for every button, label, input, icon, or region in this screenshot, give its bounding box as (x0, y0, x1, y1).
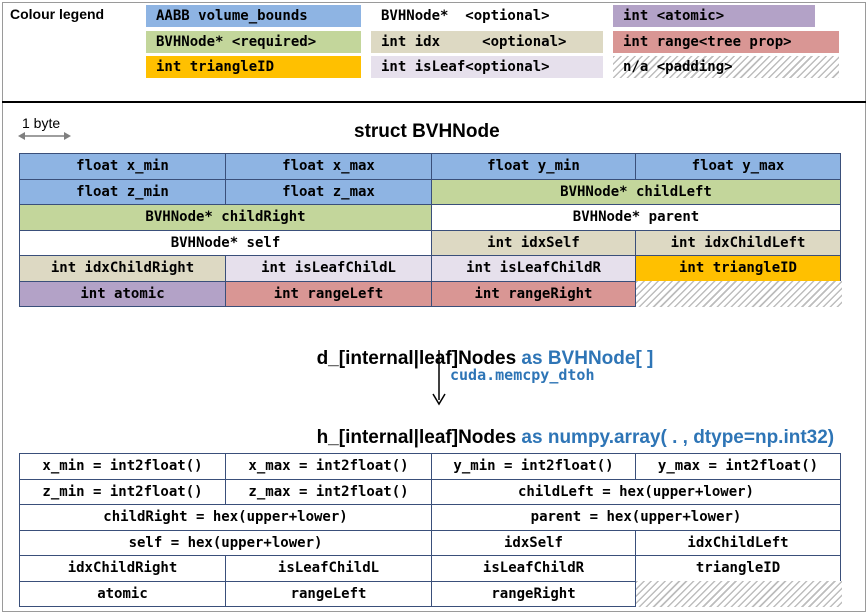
host-field-childleft-hex-upper-lower: childLeft = hex(upper+lower) (431, 478, 841, 505)
legend-title: Colour legend (10, 6, 105, 22)
legend-item-int_isleaf: int isLeaf<optional> (371, 56, 603, 78)
legend-item-int_range: int range<tree prop> (613, 31, 839, 53)
host-field-triangleid: triangleID (635, 555, 841, 582)
host-field-isleafchildr: isLeafChildR (431, 555, 636, 582)
byte-scale-label: 1 byte (22, 115, 61, 131)
legend-item-aabb: AABB volume_bounds (146, 5, 361, 27)
struct-field-float-x-max: float x_max (225, 153, 432, 180)
device-nodes-label: d_[internal|leaf]Nodes as BVHNode[ ] (306, 326, 654, 370)
host-field-rangeleft: rangeLeft (225, 580, 432, 607)
host-field-z-min-int2float: z_min = int2float() (19, 478, 226, 505)
struct-field-float-z-max: float z_max (225, 178, 432, 205)
host-nodes-type: as numpy.array( . , dtype=np.int32) (521, 427, 835, 448)
host-field-y-min-int2float: y_min = int2float() (431, 453, 636, 480)
host-field-rangeright: rangeRight (431, 580, 636, 607)
struct-field-bvhnode-childleft: BVHNode* childLeft (431, 178, 841, 205)
legend-item-int_tri: int triangleID (146, 56, 361, 78)
struct-field-int-triangleid: int triangleID (635, 255, 841, 282)
struct-field-int-isleafchildr: int isLeafChildR (431, 255, 636, 282)
host-field-idxself: idxSelf (431, 529, 636, 556)
legend-separator (2, 101, 866, 103)
struct-title: struct BVHNode (354, 121, 500, 142)
host-field-z-max-int2float: z_max = int2float() (225, 478, 432, 505)
host-field-parent-hex-upper-lower: parent = hex(upper+lower) (431, 504, 841, 531)
struct-field-bvhnode-childright: BVHNode* childRight (19, 204, 432, 231)
struct-field-padding (636, 280, 842, 307)
host-field-childright-hex-upper-lower: childRight = hex(upper+lower) (19, 504, 432, 531)
struct-field-int-idxself: int idxSelf (431, 229, 636, 256)
down-arrow-icon (432, 350, 446, 406)
legend-item-int_atomic: int <atomic> (613, 5, 815, 27)
struct-field-int-isleafchildl: int isLeafChildL (225, 255, 432, 282)
host-field-idxchildleft: idxChildLeft (635, 529, 841, 556)
struct-field-int-rangeleft: int rangeLeft (225, 280, 432, 307)
host-nodes-label: h_[internal|leaf]Nodes as numpy.array( .… (306, 405, 835, 449)
host-field-padding (636, 580, 842, 607)
legend-item-bvh_req: BVHNode* <required> (146, 31, 361, 53)
host-field-atomic: atomic (19, 580, 226, 607)
memcpy-label: cuda.memcpy_dtoh (450, 366, 595, 384)
host-field-x-min-int2float: x_min = int2float() (19, 453, 226, 480)
struct-field-int-idxchildleft: int idxChildLeft (635, 229, 841, 256)
byte-scale-arrow (18, 132, 71, 140)
struct-field-int-rangeright: int rangeRight (431, 280, 636, 307)
struct-field-bvhnode-self: BVHNode* self (19, 229, 432, 256)
struct-field-int-idxchildright: int idxChildRight (19, 255, 226, 282)
host-field-isleafchildl: isLeafChildL (225, 555, 432, 582)
host-field-idxchildright: idxChildRight (19, 555, 226, 582)
struct-field-float-z-min: float z_min (19, 178, 226, 205)
legend-item-bvh_opt: BVHNode* <optional> (371, 5, 603, 27)
struct-field-bvhnode-parent: BVHNode* parent (431, 204, 841, 231)
host-nodes-name: h_[internal|leaf]Nodes (316, 427, 522, 448)
struct-field-int-atomic: int atomic (19, 280, 226, 307)
struct-field-float-x-min: float x_min (19, 153, 226, 180)
host-field-y-max-int2float: y_max = int2float() (635, 453, 841, 480)
legend-item-na: n/a <padding> (613, 56, 839, 78)
host-field-self-hex-upper-lower: self = hex(upper+lower) (19, 529, 432, 556)
host-field-x-max-int2float: x_max = int2float() (225, 453, 432, 480)
struct-field-float-y-min: float y_min (431, 153, 636, 180)
struct-field-float-y-max: float y_max (635, 153, 841, 180)
legend-item-int_idx: int idx <optional> (371, 31, 603, 53)
